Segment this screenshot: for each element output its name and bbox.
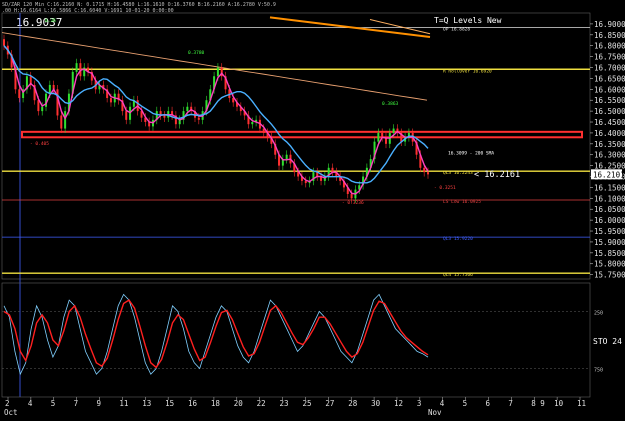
price-arrow-label: < 16.2161 (474, 170, 520, 180)
x-tick-label: 11 (119, 399, 128, 408)
level-label: LS Low 16.0925 (443, 199, 481, 205)
candle-body (41, 106, 44, 112)
candle-body (163, 115, 166, 118)
level-label: R Roll0ver 16.6920 (443, 68, 492, 74)
candle-body (125, 111, 128, 120)
x-tick-label: 5 (463, 399, 468, 408)
x-tick-label: 22 (257, 399, 266, 408)
month-label-oct: Oct (4, 408, 18, 417)
price-y-tick-label: 16.3500 (594, 140, 625, 149)
price-y-tick-label: 16.5000 (594, 107, 625, 116)
x-tick-label: 13 (142, 399, 151, 408)
price-y-tick-label: 15.9500 (594, 227, 625, 236)
stochastic-y-tick-label: 250 (594, 311, 603, 317)
stochastic-label: STO 24 (593, 337, 622, 346)
x-tick-label: 23 (280, 399, 289, 408)
level-label: 16.3099 - 200 SMA (448, 151, 494, 157)
price-annotation: - 0.405 (30, 141, 49, 147)
x-tick-label: 5 (51, 399, 56, 408)
price-annotation: - 0.3236 (342, 200, 364, 206)
price-y-tick-label: 16.4000 (594, 129, 625, 138)
x-tick-label: 9 (97, 399, 102, 408)
price-y-tick-label: 16.5500 (594, 96, 625, 105)
candle-body (377, 132, 380, 142)
candle-body (56, 89, 59, 116)
candle-body (186, 106, 189, 112)
month-label-nov: Nov (428, 408, 442, 417)
chart-title: T=Q Levels New (434, 16, 502, 25)
price-y-tick-label: 16.4500 (594, 118, 625, 127)
level-label: QL3 15.9220 (443, 236, 473, 242)
x-tick-label: 12 (394, 399, 403, 408)
x-tick-label: 28 (348, 399, 358, 408)
candle-body (18, 89, 21, 99)
candle-body (350, 193, 353, 199)
price-y-tick-label: 16.8000 (594, 42, 625, 51)
candle-body (251, 122, 254, 125)
price-y-tick-label: 16.2500 (594, 162, 625, 171)
forex-chart: SD/ZAR 120 Min C:16.2160 N: 0.1715 H:16.… (0, 0, 625, 421)
price-annotation: - 0.3251 (434, 185, 456, 191)
candle-body (75, 63, 78, 72)
x-tick-label: 4 (28, 399, 33, 408)
x-tick-label: 16 (188, 399, 198, 408)
x-tick-label: 18 (211, 399, 221, 408)
candle-body (109, 98, 112, 103)
x-tick-label: 25 (302, 399, 311, 408)
x-tick-label: 11 (577, 399, 586, 408)
candle-body (304, 180, 307, 184)
candle-body (37, 100, 40, 112)
price-annotation: 0.3780 (188, 50, 205, 56)
last-price-label: 16.2101 (593, 170, 625, 179)
candle-body (423, 167, 426, 173)
candle-body (216, 67, 219, 77)
price-y-tick-label: 16.9000 (594, 20, 625, 29)
candle-body (48, 84, 51, 94)
price-y-tick-label: 16.1500 (594, 183, 625, 192)
x-tick-label: 3 (417, 399, 422, 408)
x-tick-label: 8 9 (531, 399, 545, 408)
candle-body (392, 128, 395, 133)
price-y-tick-label: 16.6500 (594, 74, 625, 83)
level-label: OP 16.8828 (443, 27, 470, 33)
candle-body (197, 117, 200, 120)
price-y-tick-label: 16.3000 (594, 151, 625, 160)
x-tick-label: 4 (440, 399, 445, 408)
x-tick-label: 10 (554, 399, 564, 408)
x-tick-label: 6 (485, 399, 490, 408)
candle-body (427, 172, 429, 175)
x-tick-label: 27 (325, 399, 334, 408)
x-tick-label: 15 (165, 399, 174, 408)
candle-body (60, 115, 63, 129)
candle-body (285, 154, 288, 160)
level-label: QL3 16.2243 (443, 170, 473, 176)
price-y-tick-label: 15.7500 (594, 271, 625, 280)
candle-body (3, 39, 5, 46)
price-y-tick-label: 15.9000 (594, 238, 625, 247)
x-tick-label: 7 (74, 399, 79, 408)
price-y-tick-label: 16.1000 (594, 194, 625, 203)
x-tick-label: 20 (234, 399, 244, 408)
price-y-tick-label: 16.0500 (594, 205, 625, 214)
x-tick-label: 30 (371, 399, 381, 408)
price-y-tick-label: 16.7500 (594, 53, 625, 62)
price-y-tick-label: 16.0000 (594, 216, 625, 225)
x-tick-label: 7 (508, 399, 513, 408)
price-y-tick-label: 16.8500 (594, 31, 625, 40)
price-annotation: 0.3863 (382, 101, 399, 107)
x-tick-label: 2 (5, 399, 10, 408)
price-y-tick-label: 15.8500 (594, 249, 625, 258)
level-label: QL4 15.7566 (443, 272, 473, 278)
price-annotation: 0.36 (45, 18, 56, 24)
stochastic-y-tick-label: 750 (594, 368, 603, 374)
price-y-tick-label: 16.6000 (594, 85, 625, 94)
price-y-tick-label: 15.8000 (594, 260, 625, 269)
price-y-tick-label: 16.7000 (594, 64, 625, 73)
